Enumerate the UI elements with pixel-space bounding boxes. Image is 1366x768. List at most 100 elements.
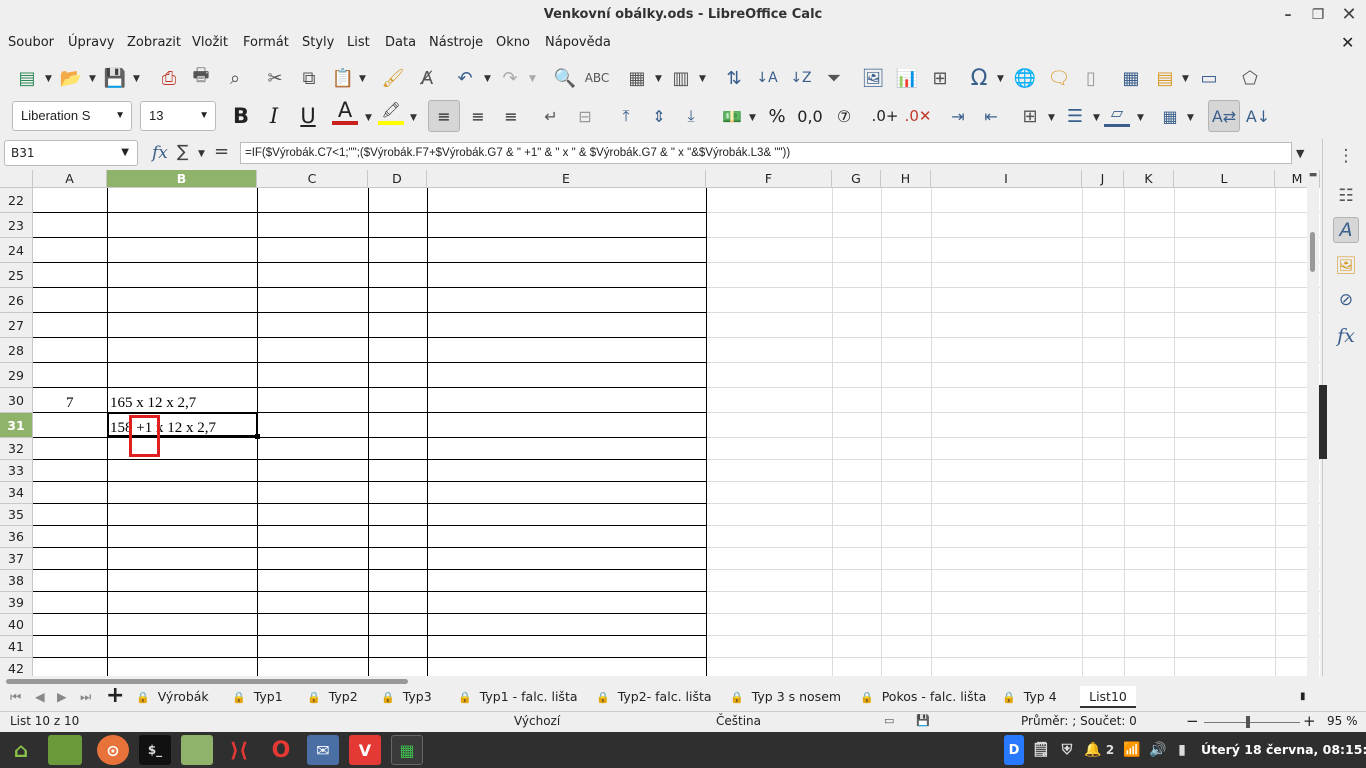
language[interactable]: Čeština <box>716 714 761 728</box>
menu-view[interactable]: Zobrazit <box>127 35 181 50</box>
mail-icon[interactable]: ✉ <box>307 735 339 765</box>
border-color-icon[interactable]: ▱ <box>1104 101 1130 127</box>
center-vertically-icon[interactable]: ⇕ <box>644 101 674 131</box>
row-header-26[interactable]: 26 <box>0 288 33 313</box>
sheet-tab-pokos-falc-lista[interactable]: 🔒 Pokos - falc. lišta <box>860 686 986 708</box>
horizontal-scrollbar[interactable] <box>0 676 1320 686</box>
row-icon[interactable]: ▦ <box>624 64 650 92</box>
sidebar-menu-icon[interactable]: ⋮ <box>1333 143 1359 169</box>
align-bottom-icon[interactable]: ⤓ <box>676 101 706 131</box>
italic-button[interactable]: I <box>259 101 289 131</box>
row-header-40[interactable]: 40 <box>0 614 33 636</box>
print-icon[interactable]: 🖶 <box>188 64 214 92</box>
dropbox-tray-icon[interactable]: D <box>1004 735 1024 765</box>
percent-format-button[interactable]: % <box>762 101 792 131</box>
menu-insert[interactable]: Vložit <box>192 35 228 50</box>
vertical-scroll-thumb[interactable] <box>1310 232 1315 272</box>
battery-icon[interactable]: ▮ <box>1174 735 1190 765</box>
column-dropdown-icon[interactable]: ▼ <box>699 74 706 84</box>
export-pdf-icon[interactable]: ⎙ <box>156 64 182 92</box>
sheet-tab-typ1-falc-lista[interactable]: 🔒 Typ1 - falc. lišta <box>458 686 578 708</box>
paste-dropdown-icon[interactable]: ▼ <box>359 74 366 84</box>
zoom-level[interactable]: 95 % <box>1327 714 1358 728</box>
new-document-icon[interactable]: ▤ <box>14 64 40 92</box>
borders-icon[interactable]: ⊞ <box>1015 101 1045 131</box>
sheet-tab-typ2-falc-lista[interactable]: 🔒 Typ2- falc. lišta <box>596 686 712 708</box>
row-header-33[interactable]: 33 <box>0 460 33 482</box>
shield-tray-icon[interactable]: ⛨ <box>1057 735 1077 765</box>
clock[interactable]: Úterý 18 června, 08:15:13 <box>1201 742 1366 757</box>
date-format-icon[interactable]: ⑦ <box>829 101 859 131</box>
function-wizard-icon[interactable]: fx <box>152 143 168 163</box>
row-header-30[interactable]: 30 <box>0 388 33 413</box>
column-header-L[interactable]: L <box>1174 170 1275 188</box>
row-header-41[interactable]: 41 <box>0 636 33 658</box>
row-header-39[interactable]: 39 <box>0 592 33 614</box>
page-style[interactable]: Výchozí <box>514 714 560 728</box>
conditional-dropdown-icon[interactable]: ▼ <box>1187 113 1194 123</box>
opera-icon[interactable]: O <box>265 735 297 765</box>
find-replace-icon[interactable]: 🔍 <box>552 64 578 92</box>
row-header-24[interactable]: 24 <box>0 238 33 263</box>
font-size-box[interactable]: 13 ▼ <box>140 101 216 131</box>
define-print-area-icon[interactable]: ▦ <box>1118 64 1144 92</box>
menu-tools[interactable]: Nástroje <box>429 35 483 50</box>
column-header-E[interactable]: E <box>427 170 706 188</box>
formula-input[interactable]: =IF($Výrobák.C7<1;"";($Výrobák.F7+$Výrob… <box>240 142 1292 164</box>
text-vertical-icon[interactable]: A↓ <box>1243 101 1273 131</box>
border-color-dropdown-icon[interactable]: ▼ <box>1137 113 1144 123</box>
minimize-icon[interactable]: – <box>1275 0 1301 30</box>
column-header-J[interactable]: J <box>1082 170 1124 188</box>
paste-icon[interactable]: 📋 <box>330 64 356 92</box>
spelling-icon[interactable]: ABC <box>584 64 610 92</box>
open-folder-icon[interactable]: 📂 <box>58 64 84 92</box>
row-header-29[interactable]: 29 <box>0 363 33 388</box>
menu-edit[interactable]: Úpravy <box>68 35 114 50</box>
currency-dropdown-icon[interactable]: ▼ <box>749 113 756 123</box>
cell-B30[interactable]: 165 x 12 x 2,7 <box>110 395 196 412</box>
column-header-C[interactable]: C <box>257 170 368 188</box>
document-modified-icon[interactable]: 💾 <box>916 714 930 727</box>
number-format-button[interactable]: 0,0 <box>795 101 825 131</box>
open-dropdown-icon[interactable]: ▼ <box>89 74 96 84</box>
row-header-25[interactable]: 25 <box>0 263 33 288</box>
show-desktop-icon[interactable] <box>48 735 82 765</box>
notification-bell-icon[interactable]: 🔔 <box>1083 735 1103 765</box>
comment-icon[interactable]: 🗨 <box>1046 64 1072 92</box>
font-color-dropdown-icon[interactable]: ▼ <box>365 113 372 123</box>
new-dropdown-icon[interactable]: ▼ <box>45 74 52 84</box>
underline-button[interactable]: U <box>293 101 323 131</box>
row-header-28[interactable]: 28 <box>0 338 33 363</box>
text-left-to-right-icon[interactable]: A⇄ <box>1208 100 1240 132</box>
libreoffice-calc-taskbar-icon[interactable]: ▦ <box>391 735 423 765</box>
name-box[interactable]: B31 ▼ <box>4 140 138 166</box>
undo-dropdown-icon[interactable]: ▼ <box>484 74 491 84</box>
sidebar-collapse-handle[interactable] <box>1319 385 1327 459</box>
redo-icon[interactable]: ↷ <box>497 64 523 92</box>
row-header-23[interactable]: 23 <box>0 213 33 238</box>
align-right-icon[interactable]: ≡ <box>496 101 526 131</box>
highlight-dropdown-icon[interactable]: ▼ <box>410 113 417 123</box>
align-left-icon[interactable]: ≡ <box>428 100 460 132</box>
special-character-dropdown-icon[interactable]: ▼ <box>997 74 1004 84</box>
sort-icon[interactable]: ⇅ <box>721 64 747 92</box>
column-header-B[interactable]: B <box>107 170 257 188</box>
column-header-I[interactable]: I <box>931 170 1082 188</box>
split-window-icon[interactable]: ▭ <box>1196 64 1222 92</box>
vertical-scrollbar[interactable] <box>1307 188 1319 676</box>
insert-chart-icon[interactable]: 📊 <box>894 64 920 92</box>
borders-dropdown-icon[interactable]: ▼ <box>1048 113 1055 123</box>
previous-sheet-icon[interactable]: ◀ <box>35 686 45 708</box>
row-dropdown-icon[interactable]: ▼ <box>655 74 662 84</box>
border-style-dropdown-icon[interactable]: ▼ <box>1093 113 1100 123</box>
sum-summary[interactable]: Průměr: ; Součet: 0 <box>1021 714 1137 728</box>
functions-icon[interactable]: fx <box>1333 323 1359 349</box>
row-header-27[interactable]: 27 <box>0 313 33 338</box>
formula-equals-icon[interactable]: = <box>214 141 229 162</box>
decrease-indent-icon[interactable]: ⇤ <box>976 101 1006 131</box>
freeze-rows-icon[interactable]: ▤ <box>1152 64 1178 92</box>
row-header-34[interactable]: 34 <box>0 482 33 504</box>
terminal-icon[interactable]: $_ <box>139 735 171 765</box>
sheet-tab-typ3-s-nosem[interactable]: 🔒 Typ 3 s nosem <box>730 686 841 708</box>
menu-sheet[interactable]: List <box>347 35 370 50</box>
